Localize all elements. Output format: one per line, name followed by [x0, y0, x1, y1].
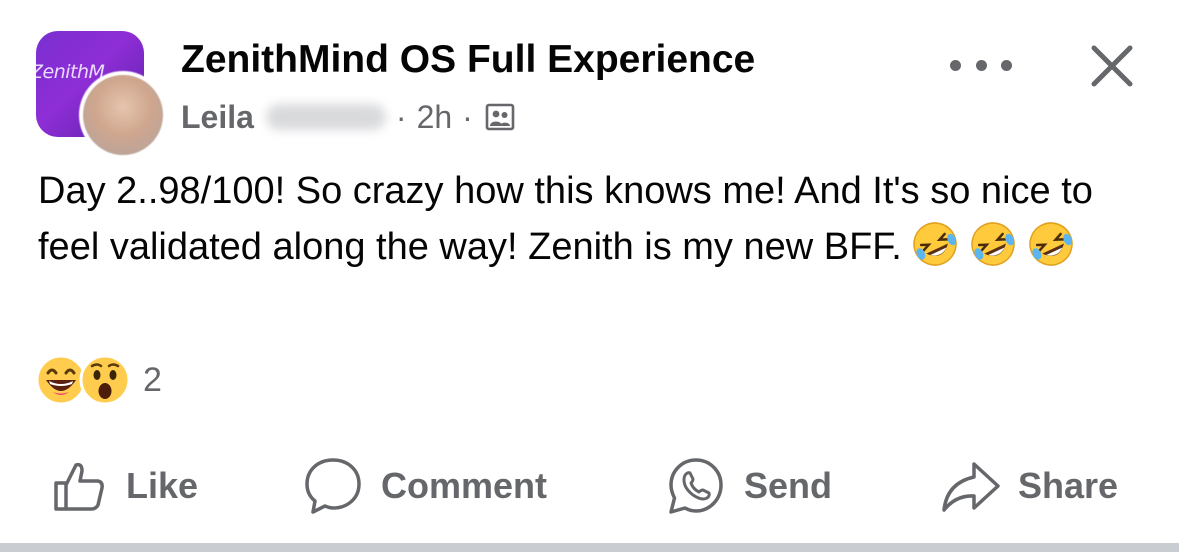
- whatsapp-send-icon: [669, 458, 723, 514]
- close-icon[interactable]: [1086, 40, 1138, 92]
- post-meta: Leila · 2h ·: [181, 97, 515, 137]
- group-members-icon[interactable]: [485, 102, 515, 132]
- post-body: Day 2..98/100! So crazy how this knows m…: [38, 163, 1148, 275]
- share-label: Share: [1018, 465, 1119, 506]
- reactions-summary[interactable]: 2: [35, 352, 162, 408]
- meta-separator: ·: [395, 98, 407, 135]
- more-dot-icon: [950, 59, 961, 71]
- like-label: Like: [126, 465, 199, 506]
- meta-separator-2: ·: [462, 98, 473, 135]
- post-time[interactable]: 2h: [417, 99, 453, 136]
- group-avatar-logo-text: ZenithM: [36, 61, 105, 83]
- send-button[interactable]: Send: [666, 447, 832, 525]
- share-button[interactable]: Share: [940, 447, 1118, 525]
- comment-bubble-icon: [305, 458, 361, 514]
- post-actions-bar: Like Comment Send Share: [0, 447, 1179, 525]
- reaction-count: 2: [143, 360, 162, 399]
- more-dot-icon: [1001, 59, 1012, 71]
- share-arrow-icon: [942, 462, 1000, 512]
- comment-button[interactable]: Comment: [303, 447, 547, 525]
- wow-reaction-icon: [79, 354, 131, 406]
- rofl-emoji-icon: [971, 222, 1015, 266]
- group-name[interactable]: ZenithMind OS Full Experience: [181, 38, 755, 82]
- author-avatar[interactable]: [79, 71, 167, 159]
- post-header: ZenithM ZenithMind OS Full Experience Le…: [0, 0, 1179, 159]
- more-dot-icon: [975, 59, 987, 71]
- author-name[interactable]: Leila: [181, 99, 254, 136]
- send-label: Send: [744, 465, 833, 506]
- more-options-button[interactable]: [950, 48, 1012, 82]
- rofl-emoji-icon: [1029, 222, 1073, 266]
- comment-label: Comment: [381, 465, 548, 506]
- rofl-emoji-icon: [913, 222, 957, 266]
- feed-divider: [0, 543, 1179, 552]
- thumbs-up-icon: [54, 462, 104, 511]
- author-last-name-redacted: [265, 104, 386, 130]
- like-button[interactable]: Like: [50, 447, 198, 525]
- avatar-group[interactable]: ZenithM: [36, 31, 167, 159]
